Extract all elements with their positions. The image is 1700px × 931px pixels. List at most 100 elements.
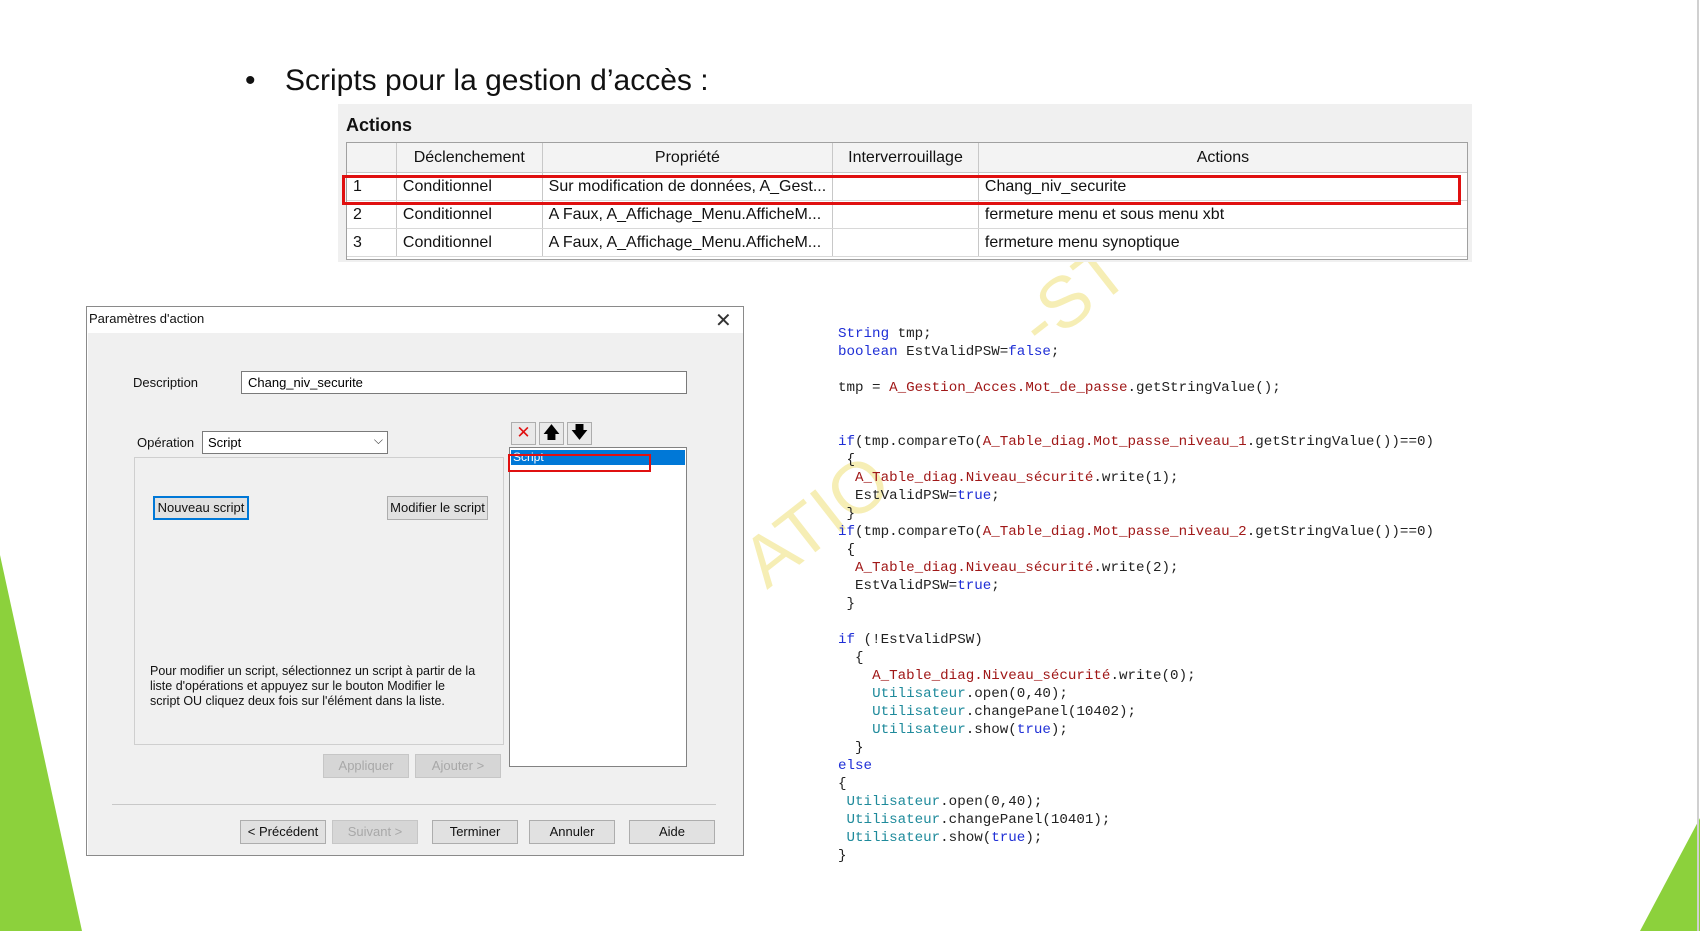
add-button[interactable]: Ajouter > [415,754,501,778]
code-token: true [1016,722,1051,738]
cancel-button[interactable]: Annuler [529,820,615,844]
code-token: } [838,848,847,864]
code-token: A_Gestion_Acces.Mot_de_passe [889,380,1128,396]
code-token: .changePanel(10402); [965,704,1136,720]
operation-select[interactable]: Script ⌵ [202,431,388,454]
arrow-up-icon[interactable]: 🡅 [539,422,564,445]
heading-text: Scripts pour la gestion d’accès : [285,64,709,97]
code-line: Utilisateur.open(0,40); [838,685,1434,703]
new-script-button[interactable]: Nouveau script [153,496,249,520]
operation-list[interactable]: Script [509,447,687,767]
code-token: .show( [965,722,1017,738]
column-header[interactable]: Interverrouillage [833,143,979,172]
code-token: } [838,506,856,522]
code-token: tmp; [889,326,932,342]
dialog-body: Description Chang_niv_securite Opération… [88,333,743,855]
slide-heading: • Scripts pour la gestion d’accès : [245,64,709,98]
action-parameters-dialog: Paramètres d'action ✕ Description Chang_… [86,306,744,856]
column-header[interactable] [347,143,397,172]
code-token: if [838,524,856,540]
table-row[interactable]: 3 Conditionnel A Faux, A_Affichage_Menu.… [347,229,1467,257]
code-token: A_Table_diag.Niveau_sécurité [872,668,1111,684]
code-line: Utilisateur.show(true); [838,829,1434,847]
code-token: { [838,776,847,792]
interlock-cell [833,201,979,228]
green-accent-right [1640,818,1700,931]
trigger-cell: Conditionnel [397,229,543,256]
help-text: Pour modifier un script, sélectionnez un… [150,664,500,709]
code-line: Utilisateur.open(0,40); [838,793,1434,811]
column-header[interactable]: Actions [979,143,1467,172]
code-line: } [838,847,1434,865]
code-token: } [838,596,856,612]
arrow-down-icon[interactable]: 🡇 [567,422,592,445]
property-cell: A Faux, A_Affichage_Menu.AfficheM... [543,201,834,228]
column-header[interactable]: Déclenchement [397,143,543,172]
code-line: String tmp; [838,325,1434,343]
chevron-down-icon: ⌵ [373,433,383,447]
column-header[interactable]: Propriété [543,143,834,172]
actions-title: Actions [346,115,413,135]
code-token: .getStringValue(); [1127,380,1281,396]
code-line: A_Table_diag.Niveau_sécurité.write(2); [838,559,1434,577]
code-token: .getStringValue())==0) [1246,434,1434,450]
code-token: ; [991,488,1000,504]
code-token: Utilisateur [846,794,941,810]
green-accent-left [0,555,82,931]
code-token: } [838,740,864,756]
finish-button[interactable]: Terminer [432,820,518,844]
help-line: liste d'opérations et appuyez sur le bou… [150,679,445,693]
code-line: EstValidPSW=true; [838,487,1434,505]
close-icon[interactable]: ✕ [715,308,732,333]
code-token: (tmp.compareTo( [855,434,983,450]
code-line: { [838,451,1434,469]
code-token: true [991,830,1026,846]
code-token: String [838,326,890,342]
trigger-cell: Conditionnel [397,201,543,228]
grid-header: Déclenchement Propriété Interverrouillag… [347,143,1467,173]
operation-label: Opération [137,435,195,450]
code-token: (tmp.compareTo( [855,524,983,540]
code-line: if(tmp.compareTo(A_Table_diag.Mot_passe_… [838,433,1434,451]
code-token: .getStringValue())==0) [1246,524,1434,540]
apply-button[interactable]: Appliquer [323,754,409,778]
edit-script-button[interactable]: Modifier le script [387,496,488,520]
code-line: EstValidPSW=true; [838,577,1434,595]
code-token: .open(0,40); [965,686,1068,702]
code-line: boolean EstValidPSW=false; [838,343,1434,361]
code-token: A_Table_diag.Mot_passe_niveau_2 [982,524,1247,540]
code-token: A_Table_diag.Mot_passe_niveau_1 [982,434,1247,450]
code-token: false [1008,344,1051,360]
code-token: .write(2); [1093,560,1179,576]
code-token: true [957,488,992,504]
help-line: script OU cliquez deux fois sur l'élémen… [150,694,445,708]
code-token: EstValidPSW= [897,344,1009,360]
next-button[interactable]: Suivant > [332,820,418,844]
help-button[interactable]: Aide [629,820,715,844]
code-token: .show( [940,830,992,846]
code-line: { [838,775,1434,793]
script-code: String tmp; boolean EstValidPSW=false; tm… [838,325,1434,865]
delete-icon[interactable]: ✕ [511,422,536,445]
table-row[interactable]: 2 Conditionnel A Faux, A_Affichage_Menu.… [347,201,1467,229]
code-line: Utilisateur.show(true); [838,721,1434,739]
code-line: if(tmp.compareTo(A_Table_diag.Mot_passe_… [838,523,1434,541]
footer-separator [112,804,716,805]
code-token: Utilisateur [846,812,941,828]
row-highlight-box [342,175,1461,205]
code-line: } [838,595,1434,613]
previous-button[interactable]: < Précédent [240,820,326,844]
description-field[interactable]: Chang_niv_securite [241,371,687,394]
code-line: else [838,757,1434,775]
code-token: (!EstValidPSW) [855,632,983,648]
code-token: Utilisateur [872,704,966,720]
code-line: Utilisateur.changePanel(10402); [838,703,1434,721]
action-cell: fermeture menu et sous menu xbt [984,206,1225,223]
